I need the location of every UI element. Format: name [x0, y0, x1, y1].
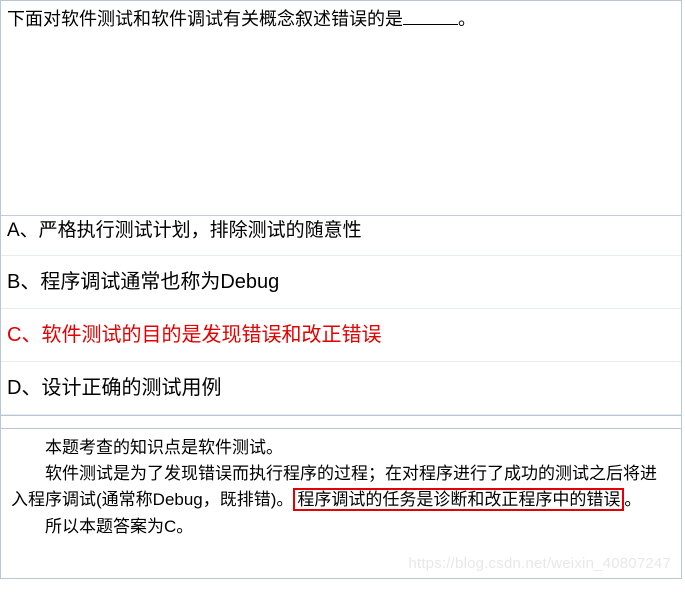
option-c[interactable]: C、软件测试的目的是发现错误和改正错误: [1, 309, 681, 362]
explanation-highlight: 程序调试的任务是诊断和改正程序中的错误: [293, 488, 624, 511]
explanation-line3: 所以本题答案为C。: [11, 514, 671, 540]
panel-gap: [0, 415, 682, 429]
fill-blank: [403, 5, 458, 25]
question-stem-prefix: 下面对软件测试和软件调试有关概念叙述错误的是: [7, 9, 403, 29]
watermark: https://blog.csdn.net/weixin_40807247: [408, 552, 671, 575]
option-b[interactable]: B、程序调试通常也称为Debug: [1, 256, 681, 309]
explanation-line1: 本题考查的知识点是软件测试。: [11, 435, 671, 461]
question-stem-suffix: 。: [458, 9, 476, 29]
question-stem-box: 下面对软件测试和软件调试有关概念叙述错误的是 。: [0, 0, 682, 216]
explanation-line2: 软件测试是为了发现错误而执行程序的过程；在对程序进行了成功的测试之后将进入程序调…: [11, 461, 671, 514]
option-d[interactable]: D、设计正确的测试用例: [1, 362, 681, 415]
options-panel: A、严格执行测试计划，排除测试的随意性 B、程序调试通常也称为Debug C、软…: [0, 216, 682, 415]
explanation-line2-end: 。: [624, 490, 641, 509]
option-a[interactable]: A、严格执行测试计划，排除测试的随意性: [1, 216, 681, 256]
explanation-panel: 本题考查的知识点是软件测试。 软件测试是为了发现错误而执行程序的过程；在对程序进…: [0, 429, 682, 579]
